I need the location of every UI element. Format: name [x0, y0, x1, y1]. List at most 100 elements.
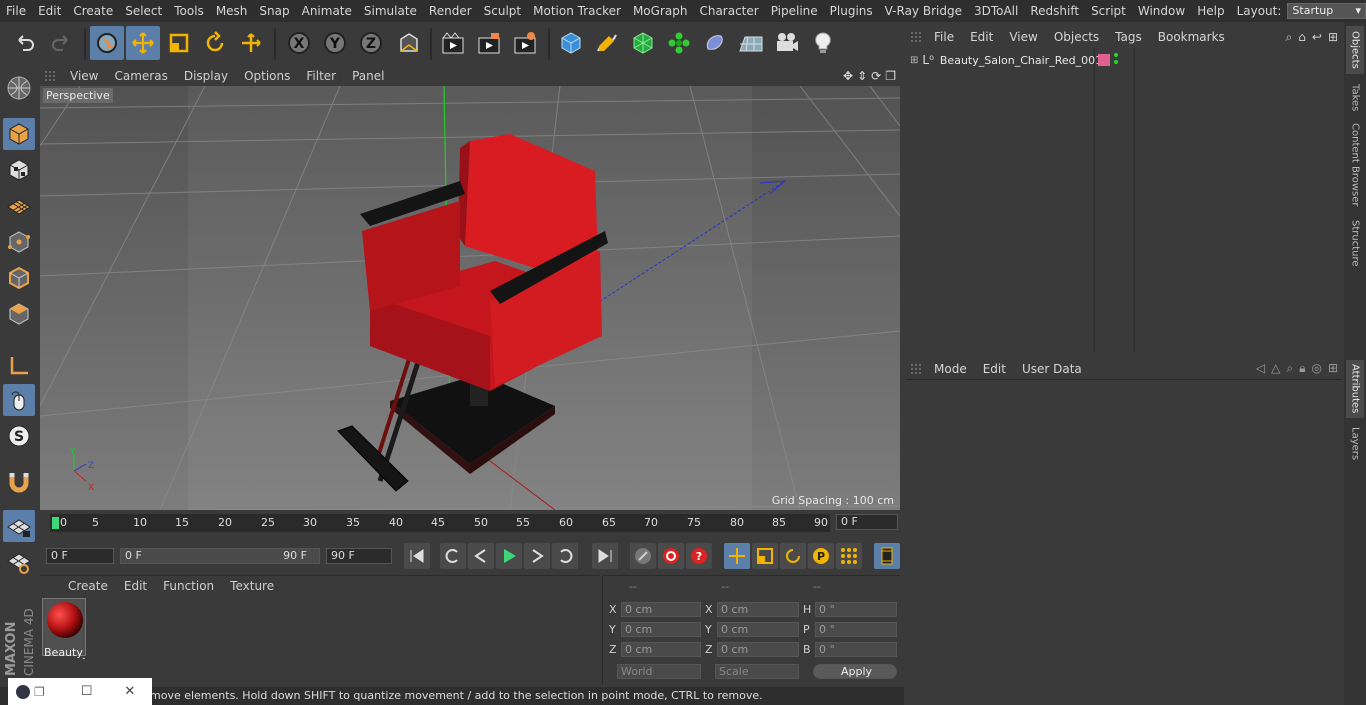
- object-menu-tags[interactable]: Tags: [1107, 30, 1150, 44]
- go-to-end-icon[interactable]: [592, 543, 618, 569]
- rotation-b-field[interactable]: 0 °: [815, 642, 897, 657]
- scale-icon[interactable]: [162, 26, 196, 60]
- apply-button[interactable]: Apply: [813, 664, 897, 679]
- world-coord-icon[interactable]: [392, 26, 426, 60]
- menu-redshift[interactable]: Redshift: [1024, 4, 1085, 18]
- viewport-menu-view[interactable]: View: [62, 69, 106, 83]
- magnet-icon[interactable]: [3, 466, 35, 498]
- autokey-icon[interactable]: ?: [686, 543, 712, 569]
- rotation-p-field[interactable]: 0 °: [815, 622, 897, 637]
- subdivision-icon[interactable]: [626, 26, 660, 60]
- undo-icon[interactable]: [8, 26, 42, 60]
- menu-3dtoall[interactable]: 3DToAll: [968, 4, 1024, 18]
- timeline-window-icon[interactable]: [874, 543, 900, 569]
- viewport-menu-filter[interactable]: Filter: [298, 69, 344, 83]
- panel-grip-icon[interactable]: [910, 362, 922, 375]
- render-view-icon[interactable]: [436, 26, 470, 60]
- recent-tool-icon[interactable]: [234, 26, 268, 60]
- size-y-field[interactable]: 0 cm: [717, 622, 799, 637]
- viewport-menu-cameras[interactable]: Cameras: [106, 69, 175, 83]
- current-frame-field[interactable]: 0 F: [836, 514, 898, 530]
- viewport-move-icon[interactable]: ✥: [843, 69, 853, 83]
- z-axis-icon[interactable]: Z: [354, 26, 388, 60]
- pen-icon[interactable]: [590, 26, 624, 60]
- frame-range-slider[interactable]: 0 F 90 F: [120, 548, 320, 564]
- object-row[interactable]: ⊞ L⁰ Beauty_Salon_Chair_Red_001: [906, 50, 1102, 70]
- menu-create[interactable]: Create: [67, 4, 119, 18]
- viewport-menu-options[interactable]: Options: [236, 69, 298, 83]
- start-frame-field[interactable]: 0 F: [46, 548, 114, 564]
- menu-plugins[interactable]: Plugins: [824, 4, 879, 18]
- tab-attributes[interactable]: Attributes: [1346, 360, 1364, 418]
- tab-layers[interactable]: Layers: [1346, 424, 1364, 464]
- make-editable-icon[interactable]: [3, 72, 35, 104]
- menu-help[interactable]: Help: [1191, 4, 1230, 18]
- search-icon[interactable]: ⌕: [1286, 30, 1293, 45]
- key-rotation-icon[interactable]: [780, 543, 806, 569]
- workplane-mode-icon[interactable]: [3, 190, 35, 222]
- next-key-icon[interactable]: [552, 543, 578, 569]
- viewport-menu-panel[interactable]: Panel: [344, 69, 392, 83]
- expand-icon[interactable]: ⊞: [910, 55, 918, 66]
- camera-icon[interactable]: [770, 26, 804, 60]
- material-swatch[interactable]: Beauty_S: [42, 598, 86, 659]
- new-panel-icon[interactable]: ⊞: [1328, 30, 1338, 45]
- menu-animate[interactable]: Animate: [296, 4, 358, 18]
- workplane-rotate-icon[interactable]: [3, 546, 35, 578]
- motion-record-icon[interactable]: [630, 543, 656, 569]
- polygons-mode-icon[interactable]: [3, 298, 35, 330]
- light-icon[interactable]: [806, 26, 840, 60]
- material-menu-texture[interactable]: Texture: [222, 579, 282, 593]
- close-icon[interactable]: ✕: [124, 684, 135, 699]
- axis-mode-icon[interactable]: [3, 350, 35, 382]
- search-icon[interactable]: ⌕: [1286, 361, 1293, 376]
- cloner-icon[interactable]: [662, 26, 696, 60]
- menu-file[interactable]: File: [0, 4, 32, 18]
- restore-icon[interactable]: ❐: [34, 685, 45, 699]
- move-icon[interactable]: [126, 26, 160, 60]
- object-menu-file[interactable]: File: [926, 30, 962, 44]
- attributes-menu-user-data[interactable]: User Data: [1014, 362, 1090, 376]
- menu-character[interactable]: Character: [693, 4, 764, 18]
- menu-mesh[interactable]: Mesh: [210, 4, 254, 18]
- rotation-h-field[interactable]: 0 °: [815, 602, 897, 617]
- key-pla-icon[interactable]: [836, 543, 862, 569]
- tab-content-browser[interactable]: Content Browser: [1346, 122, 1364, 208]
- position-y-field[interactable]: 0 cm: [621, 622, 701, 637]
- material-menu-edit[interactable]: Edit: [116, 579, 155, 593]
- rotate-icon[interactable]: [198, 26, 232, 60]
- object-menu-edit[interactable]: Edit: [962, 30, 1001, 44]
- workplane-lock-icon[interactable]: [3, 510, 35, 542]
- snap-icon[interactable]: S: [3, 420, 35, 452]
- layer-color-swatch[interactable]: [1098, 54, 1110, 66]
- tab-structure[interactable]: Structure: [1346, 216, 1364, 270]
- previous-frame-icon[interactable]: [468, 543, 494, 569]
- timeline-ruler[interactable]: 0 5 10 15 20 25 30 35 40 45 50 55 60 65 …: [50, 514, 830, 532]
- key-position-icon[interactable]: [724, 543, 750, 569]
- new-panel-icon[interactable]: ⊞: [1328, 361, 1338, 376]
- render-visibility-dot[interactable]: [1114, 60, 1118, 64]
- render-picture-viewer-icon[interactable]: [472, 26, 506, 60]
- attributes-menu-edit[interactable]: Edit: [975, 362, 1014, 376]
- live-select-icon[interactable]: [90, 26, 124, 60]
- y-axis-icon[interactable]: Y: [318, 26, 352, 60]
- previous-key-icon[interactable]: [440, 543, 466, 569]
- panel-grip-icon[interactable]: [910, 31, 922, 43]
- deformer-icon[interactable]: [698, 26, 732, 60]
- object-menu-objects[interactable]: Objects: [1046, 30, 1107, 44]
- scale-mode-select[interactable]: Scale: [715, 664, 799, 679]
- menu-motion-tracker[interactable]: Motion Tracker: [527, 4, 627, 18]
- target-icon[interactable]: ◎: [1311, 361, 1321, 376]
- size-z-field[interactable]: 0 cm: [717, 642, 799, 657]
- maximize-icon[interactable]: ☐: [81, 684, 93, 699]
- redo-icon[interactable]: [44, 26, 78, 60]
- cinema4d-app-icon[interactable]: [16, 684, 30, 699]
- go-to-start-icon[interactable]: [404, 543, 430, 569]
- attributes-menu-mode[interactable]: Mode: [926, 362, 975, 376]
- x-axis-icon[interactable]: X: [282, 26, 316, 60]
- floor-icon[interactable]: [734, 26, 768, 60]
- up-arrow-icon[interactable]: △: [1271, 361, 1280, 376]
- menu-script[interactable]: Script: [1085, 4, 1132, 18]
- edges-mode-icon[interactable]: [3, 262, 35, 294]
- viewport-menu-display[interactable]: Display: [176, 69, 236, 83]
